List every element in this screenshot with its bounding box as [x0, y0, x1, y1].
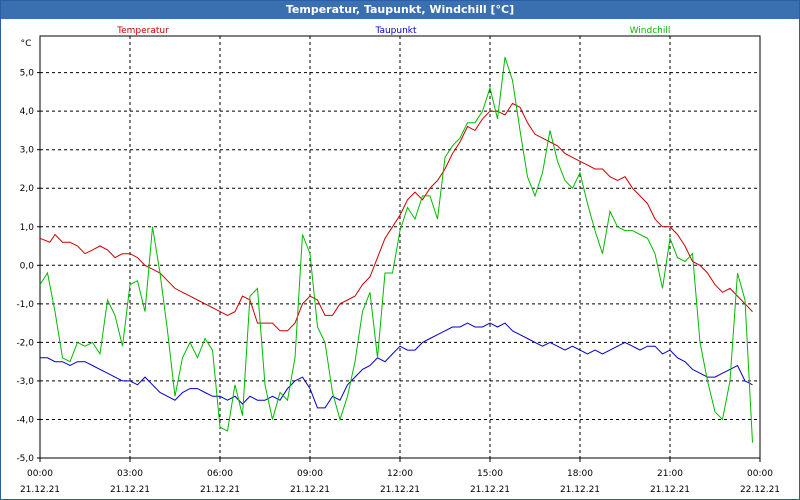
series-taupunkt-line — [40, 322, 753, 409]
x-tick-date: 22.12.21 — [740, 485, 780, 495]
legend-windchill: Windchill — [630, 26, 671, 36]
x-tick-date: 21.12.21 — [650, 485, 690, 495]
x-tick-time: 00:00 — [747, 469, 773, 479]
y-tick-label: -5,0 — [16, 454, 34, 464]
x-tick-time: 06:00 — [207, 469, 233, 479]
x-tick-time: 00:00 — [27, 469, 53, 479]
x-tick-date: 21.12.21 — [380, 485, 420, 495]
y-tick-label: -1,0 — [16, 300, 34, 310]
y-tick-label: 4,0 — [20, 107, 35, 117]
y-tick-label: 0,0 — [20, 261, 35, 271]
x-tick-date: 21.12.21 — [110, 485, 150, 495]
x-tick-date: 21.12.21 — [200, 485, 240, 495]
y-tick-label: 1,0 — [20, 223, 35, 233]
y-tick-label: 3,0 — [20, 146, 35, 156]
legend: Temperatur Taupunkt Windchill — [116, 26, 670, 36]
y-tick-label: -4,0 — [16, 415, 34, 425]
axes — [37, 35, 761, 462]
x-tick-time: 09:00 — [297, 469, 323, 479]
legend-temperatur: Temperatur — [116, 26, 169, 36]
series-group — [39, 57, 753, 443]
y-tick-label: 5,0 — [20, 69, 35, 79]
series-windchill-line — [39, 57, 753, 443]
y-tick-label: -3,0 — [16, 377, 34, 387]
series-temperatur-line — [39, 102, 753, 332]
x-tick-time: 18:00 — [567, 469, 593, 479]
x-tick-time: 12:00 — [387, 469, 413, 479]
x-tick-time: 15:00 — [477, 469, 503, 479]
y-tick-label: -2,0 — [16, 338, 34, 348]
x-tick-date: 21.12.21 — [20, 485, 60, 495]
legend-taupunkt: Taupunkt — [374, 26, 417, 36]
x-tick-date: 21.12.21 — [560, 485, 600, 495]
x-tick-time: 21:00 — [657, 469, 683, 479]
y-axis-label: °C — [21, 39, 32, 49]
y-tick-label: 2,0 — [20, 184, 35, 194]
x-tick-date: 21.12.21 — [290, 485, 330, 495]
x-tick-date: 21.12.21 — [470, 485, 510, 495]
line-chart: 5,0 4,0 3,0 2,0 1,0 0,0 -1,0 -2,0 -3,0 -4,0 -5,0 00… — [16, 26, 780, 495]
x-tick-time: 03:00 — [117, 469, 143, 479]
